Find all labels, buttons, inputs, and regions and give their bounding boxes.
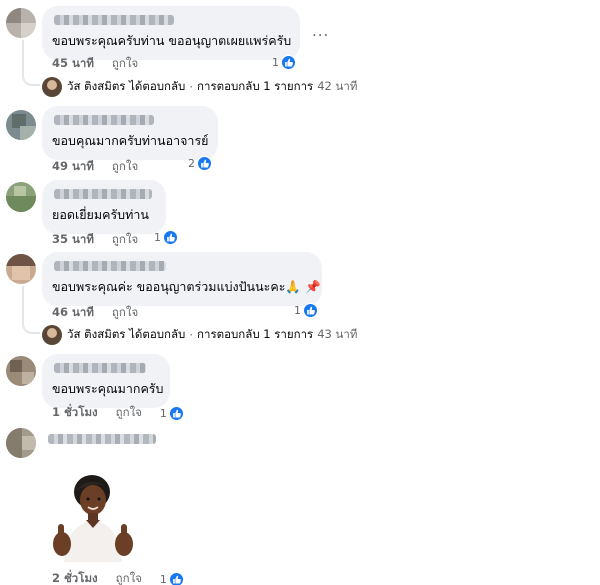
reaction-number: 2 xyxy=(188,157,195,170)
author-name-blurred[interactable] xyxy=(54,261,166,271)
comment-bubble: ขอบพระคุณค่ะ ขออนุญาตร่วมแบ่งปันนะคะ🙏 📌 xyxy=(42,252,322,306)
comment-bubble: ขอบพระคุณครับท่าน ขออนุญาตเผยแพร่ครับ xyxy=(42,6,300,60)
commenter-avatar[interactable] xyxy=(6,254,36,284)
comment-text: ขอบพระคุณครับท่าน ขออนุญาตเผยแพร่ครับ xyxy=(52,33,292,48)
reaction-number: 1 xyxy=(294,304,301,317)
comment-actions: 45 นาที ถูกใจ xyxy=(52,55,138,73)
separator: · xyxy=(189,328,194,342)
reply-action: ได้ตอบกลับ xyxy=(129,327,186,341)
comment-bubble: ยอดเยี่ยมครับท่าน xyxy=(42,180,166,234)
separator: · xyxy=(189,80,194,94)
replier-avatar xyxy=(42,77,62,97)
like-reaction-icon xyxy=(281,55,296,70)
commenter-avatar[interactable] xyxy=(6,428,36,458)
reaction-count[interactable]: 1 xyxy=(160,570,184,585)
comment-time[interactable]: 49 นาที xyxy=(52,158,94,176)
reply-time: 43 นาที xyxy=(317,327,358,341)
like-button[interactable]: ถูกใจ xyxy=(112,304,138,322)
like-button[interactable]: ถูกใจ xyxy=(112,158,138,176)
like-reaction-icon xyxy=(197,156,212,171)
view-replies-link[interactable]: วัส ติงสมิตร ได้ตอบกลับ · การตอบกลับ 1 ร… xyxy=(42,325,357,345)
commenter-avatar[interactable] xyxy=(6,182,36,212)
author-name-blurred[interactable] xyxy=(48,434,156,444)
like-reaction-icon xyxy=(163,230,178,245)
replier-name: วัส ติงสมิตร xyxy=(67,327,126,341)
comment-text: ขอบพระคุณมากครับ xyxy=(52,381,164,396)
reaction-number: 1 xyxy=(159,406,167,420)
reply-thread-line xyxy=(22,286,40,334)
comment-text: ขอบพระคุณค่ะ ขออนุญาตร่วมแบ่งปันนะคะ🙏 📌 xyxy=(52,279,321,294)
comment-actions: 49 นาที ถูกใจ xyxy=(52,158,138,176)
comment-time[interactable]: 46 นาที xyxy=(52,304,94,322)
author-name-blurred[interactable] xyxy=(54,15,174,25)
reply-time: 42 นาที xyxy=(317,79,358,93)
author-name-blurred[interactable] xyxy=(54,115,154,125)
reaction-count[interactable]: 1 xyxy=(294,303,318,318)
comment-actions: 35 นาที ถูกใจ xyxy=(52,231,138,249)
comment-actions: 2 ชั่วโมง ถูกใจ 1 xyxy=(52,570,184,585)
like-button[interactable]: ถูกใจ xyxy=(112,231,138,249)
comment-time[interactable]: 35 นาที xyxy=(52,231,94,249)
author-name-blurred[interactable] xyxy=(54,363,146,373)
like-button[interactable]: ถูกใจ xyxy=(116,404,142,422)
commenter-avatar[interactable] xyxy=(6,8,36,38)
author-name-blurred[interactable] xyxy=(54,189,152,199)
replier-avatar xyxy=(42,325,62,345)
reaction-number: 1 xyxy=(154,231,161,244)
commenter-avatar[interactable] xyxy=(6,356,36,386)
comment-actions: 46 นาที ถูกใจ xyxy=(52,304,138,322)
reply-thread-line xyxy=(22,40,40,86)
more-options-icon[interactable]: ... xyxy=(312,22,329,40)
reaction-count[interactable]: 1 xyxy=(154,230,178,245)
commenter-avatar[interactable] xyxy=(6,110,36,140)
comment-time[interactable]: 2 ชั่วโมง xyxy=(52,570,98,585)
comment-bubble: ขอบคุณมากครับท่านอาจารย์ xyxy=(42,106,218,160)
reply-count: การตอบกลับ 1 รายการ xyxy=(197,79,314,93)
reply-count: การตอบกลับ 1 รายการ xyxy=(197,327,314,341)
reaction-count[interactable]: 1 xyxy=(160,404,184,422)
comment-time[interactable]: 1 ชั่วโมง xyxy=(52,404,98,422)
comment-bubble: ขอบพระคุณมากครับ xyxy=(42,354,170,408)
like-button[interactable]: ถูกใจ xyxy=(116,570,142,585)
replier-name: วัส ติงสมิตร xyxy=(67,79,126,93)
reply-action: ได้ตอบกลับ xyxy=(129,79,186,93)
like-reaction-icon xyxy=(168,571,184,585)
view-replies-link[interactable]: วัส ติงสมิตร ได้ตอบกลับ · การตอบกลับ 1 ร… xyxy=(42,77,357,97)
comment-text: ขอบคุณมากครับท่านอาจารย์ xyxy=(52,133,209,148)
like-reaction-icon xyxy=(303,303,318,318)
reaction-count[interactable]: 2 xyxy=(188,156,212,171)
reaction-number: 1 xyxy=(159,572,167,585)
comment-text: ยอดเยี่ยมครับท่าน xyxy=(52,207,149,222)
reaction-count[interactable]: 1 xyxy=(272,55,296,70)
like-reaction-icon xyxy=(168,405,184,421)
reaction-number: 1 xyxy=(272,56,279,69)
avatar-thumbs-up-sticker xyxy=(53,475,133,562)
like-button[interactable]: ถูกใจ xyxy=(112,55,138,73)
comment-time[interactable]: 45 นาที xyxy=(52,55,94,73)
comment-actions: 1 ชั่วโมง ถูกใจ 1 xyxy=(52,404,184,422)
